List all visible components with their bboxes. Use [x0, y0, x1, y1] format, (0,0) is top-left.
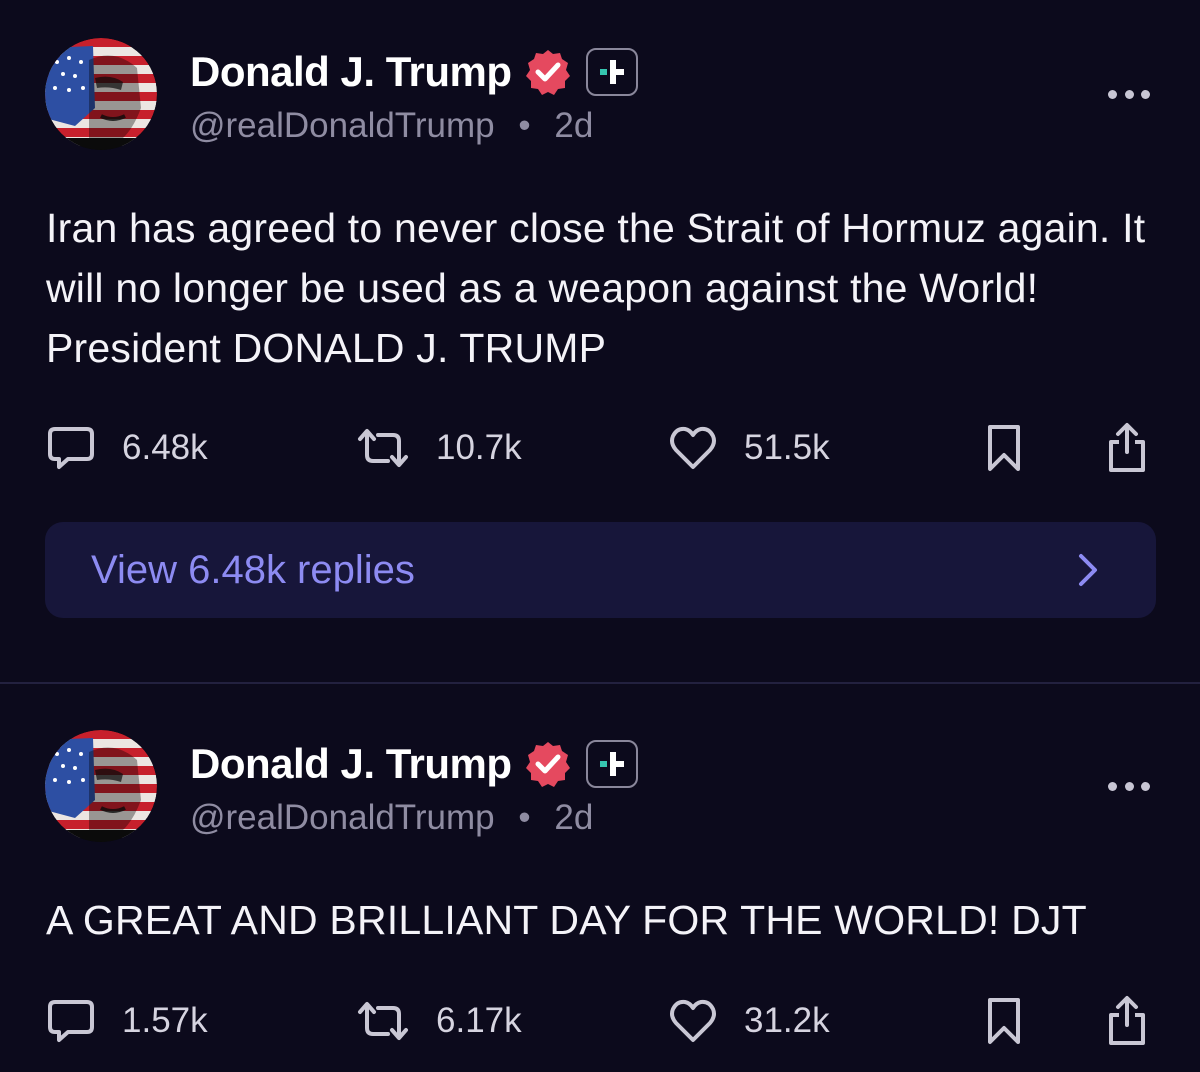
share-icon [1109, 423, 1145, 472]
action-bar: 1.57k 6.17k 31.2k [0, 991, 1200, 1051]
view-replies-button[interactable]: View 6.48k replies [45, 522, 1156, 618]
verified-badge-icon [525, 742, 570, 787]
plus-icon [599, 60, 624, 84]
dot-icon [1124, 781, 1134, 791]
handle-row: @realDonaldTrump • 2d [190, 106, 593, 146]
dot-icon [1108, 89, 1117, 99]
like-button[interactable]: 31.2k [668, 991, 830, 1051]
repost-count: 10.7k [436, 428, 522, 467]
post-age: 2d [554, 798, 594, 837]
comment-icon [48, 1000, 94, 1042]
post-text: A GREAT AND BRILLIANT DAY FOR THE WORLD!… [46, 897, 1087, 943]
like-count: 51.5k [744, 428, 830, 467]
chevron-right-icon [1079, 554, 1097, 586]
author-name-row: Donald J. Trump [190, 738, 638, 790]
like-button[interactable]: 51.5k [668, 418, 830, 478]
comment-icon [48, 427, 94, 469]
post-age: 2d [554, 106, 594, 145]
verified-badge-icon [525, 50, 570, 95]
dot-icon [1141, 89, 1150, 99]
share-icon [1109, 996, 1145, 1045]
handle[interactable]: @realDonaldTrump [190, 798, 495, 837]
repost-icon [358, 429, 408, 467]
reply-count: 6.48k [122, 428, 208, 467]
handle-row: @realDonaldTrump • 2d [190, 798, 593, 838]
action-bar: 6.48k 10.7k 51.5k [0, 418, 1200, 478]
bookmark-button[interactable] [982, 991, 1026, 1051]
avatar[interactable] [45, 38, 157, 150]
plus-badge [585, 740, 638, 788]
plus-badge [585, 48, 638, 96]
bookmark-button[interactable] [982, 418, 1026, 478]
repost-button[interactable]: 10.7k [356, 418, 522, 478]
repost-count: 6.17k [436, 1001, 522, 1040]
display-name[interactable]: Donald J. Trump [190, 48, 512, 96]
view-replies-label: View 6.48k replies [91, 547, 415, 592]
post-divider [0, 682, 1200, 684]
dot-icon [1124, 89, 1134, 99]
more-options-button[interactable] [1108, 84, 1150, 104]
author-name-row: Donald J. Trump [190, 46, 638, 98]
repost-icon [358, 1002, 408, 1040]
repost-button[interactable]: 6.17k [356, 991, 522, 1051]
separator: • [518, 106, 531, 145]
post-text: Iran has agreed to never close the Strai… [46, 205, 1146, 371]
dot-icon [1141, 781, 1150, 791]
reply-button[interactable]: 1.57k [46, 991, 208, 1051]
bookmark-icon [988, 425, 1020, 471]
avatar[interactable] [45, 730, 157, 842]
plus-icon [599, 752, 624, 776]
post-card[interactable]: Donald J. Trump @realDonaldTrump • 2d A … [0, 685, 1200, 1072]
like-count: 31.2k [744, 1001, 830, 1040]
post-card[interactable]: Donald J. Trump @realDonaldTrump • 2d Ir… [0, 0, 1200, 684]
handle[interactable]: @realDonaldTrump [190, 106, 495, 145]
separator: • [518, 798, 531, 837]
reply-button[interactable]: 6.48k [46, 418, 208, 478]
heart-icon [670, 426, 716, 469]
share-button[interactable] [1104, 418, 1150, 478]
display-name[interactable]: Donald J. Trump [190, 740, 512, 788]
heart-icon [670, 999, 716, 1042]
dot-icon [1108, 781, 1117, 791]
more-options-button[interactable] [1108, 776, 1150, 796]
reply-count: 1.57k [122, 1001, 208, 1040]
share-button[interactable] [1104, 991, 1150, 1051]
bookmark-icon [988, 998, 1020, 1044]
